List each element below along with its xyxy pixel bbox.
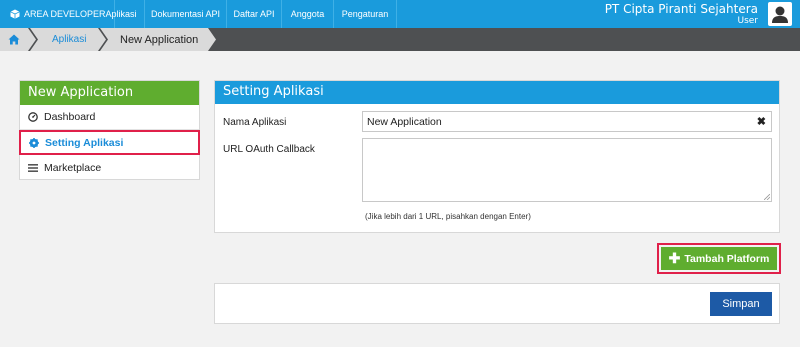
dashboard-icon <box>28 112 38 122</box>
brand-label: AREA DEVELOPER <box>24 9 106 19</box>
app-sidebar: New Application Dashboard Setting Aplika… <box>19 80 200 180</box>
user-role: User <box>737 16 758 26</box>
nav-item-anggota[interactable]: Anggota <box>282 0 334 28</box>
callback-label: URL OAuth Callback <box>223 144 315 155</box>
breadcrumb-current: New Application <box>100 28 216 51</box>
cube-icon <box>10 9 20 19</box>
settings-panel: Setting Aplikasi Nama Aplikasi New Appli… <box>214 80 780 233</box>
add-platform-highlight: ✚ Tambah Platform <box>657 243 781 274</box>
nav-item-daftar-api[interactable]: Daftar API <box>227 0 282 28</box>
app-name-label: Nama Aplikasi <box>223 117 287 128</box>
nav-item-dokumentasi-api[interactable]: Dokumentasi API <box>145 0 227 28</box>
breadcrumb-label: New Application <box>120 33 199 46</box>
breadcrumb-aplikasi[interactable]: Aplikasi <box>30 28 106 51</box>
resize-handle-icon[interactable] <box>764 194 770 200</box>
sidebar-item-setting-aplikasi[interactable]: Setting Aplikasi <box>19 130 200 155</box>
user-icon <box>772 6 788 23</box>
callback-textarea[interactable] <box>362 138 772 202</box>
add-platform-button[interactable]: ✚ Tambah Platform <box>661 247 777 270</box>
plus-icon: ✚ <box>668 250 681 266</box>
avatar[interactable] <box>768 2 792 26</box>
callback-hint: (Jika lebih dari 1 URL, pisahkan dengan … <box>365 212 531 221</box>
company-name: PT Cipta Piranti Sejahtera <box>604 2 758 16</box>
sidebar-item-label: Dashboard <box>44 111 96 123</box>
list-icon <box>28 163 38 173</box>
home-icon <box>8 34 20 45</box>
app-name-input[interactable]: New Application ✖ <box>362 111 772 132</box>
sidebar-item-dashboard[interactable]: Dashboard <box>20 105 199 130</box>
breadcrumb-home[interactable] <box>0 28 36 51</box>
app-name-value: New Application <box>367 115 442 128</box>
settings-title: Setting Aplikasi <box>215 81 779 104</box>
sidebar-item-label: Marketplace <box>44 161 102 174</box>
account-info[interactable]: PT Cipta Piranti Sejahtera User <box>605 2 758 26</box>
nav-item-aplikasi[interactable]: Aplikasi <box>98 0 145 28</box>
breadcrumb-label: Aplikasi <box>52 34 87 45</box>
nav-item-pengaturan[interactable]: Pengaturan <box>334 0 397 28</box>
top-navbar: AREA DEVELOPER Aplikasi Dokumentasi API … <box>0 0 800 28</box>
save-button[interactable]: Simpan <box>710 292 772 316</box>
sidebar-item-marketplace[interactable]: Marketplace <box>20 155 199 180</box>
sidebar-item-label: Setting Aplikasi <box>45 136 124 149</box>
breadcrumb: New Application Aplikasi <box>0 28 800 51</box>
save-panel: Simpan <box>214 283 780 324</box>
add-platform-label: Tambah Platform <box>684 252 770 265</box>
sidebar-title: New Application <box>20 81 199 105</box>
clear-icon[interactable]: ✖ <box>757 115 766 128</box>
gear-icon <box>29 137 39 148</box>
